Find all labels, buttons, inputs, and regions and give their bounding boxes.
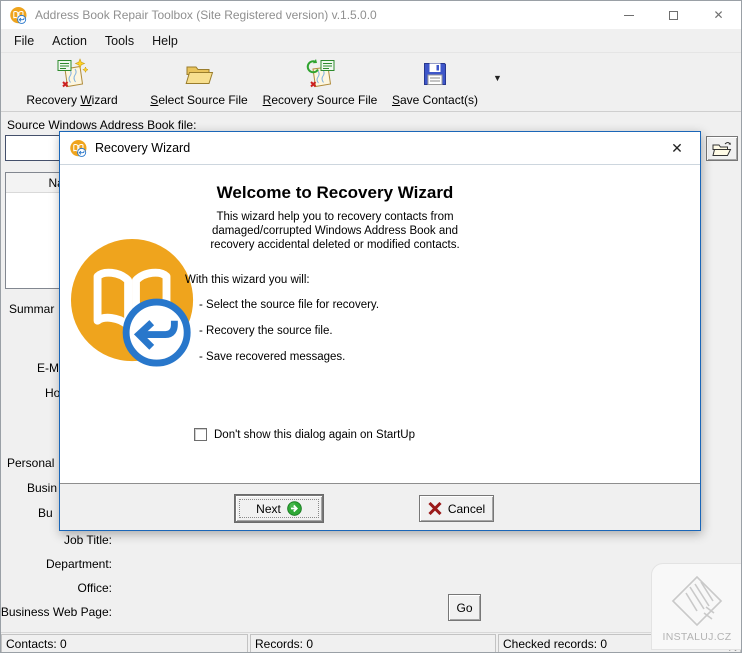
dont-show-checkbox-row: Don't show this dialog again on StartUp <box>194 428 415 441</box>
recovery-wizard-button[interactable]: Recovery Wizard <box>1 53 143 109</box>
save-contacts-label: Save Contact(s) <box>392 93 478 107</box>
instaluj-watermark-text: INSTALUJ.CZ <box>662 631 731 643</box>
dialog-will-label: With this wizard you will: <box>145 274 525 286</box>
window-title: Address Book Repair Toolbox (Site Regist… <box>35 8 377 22</box>
dialog-footer: Next Cancel <box>60 484 700 530</box>
next-button[interactable]: Next <box>235 495 323 522</box>
dialog-close-button[interactable]: ✕ <box>662 132 692 164</box>
instaluj-watermark: INSTALUJ.CZ <box>651 563 742 650</box>
cancel-button[interactable]: Cancel <box>419 495 494 522</box>
maximize-icon <box>669 11 678 20</box>
dialog-title-bar: Recovery Wizard ✕ <box>60 132 700 164</box>
dialog-app-icon <box>70 140 87 157</box>
menu-action[interactable]: Action <box>43 31 96 51</box>
go-button[interactable]: Go <box>448 594 481 621</box>
maximize-button[interactable] <box>651 1 696 29</box>
recovery-source-icon <box>304 58 336 90</box>
office-label: Office: <box>78 581 112 595</box>
dialog-heading: Welcome to Recovery Wizard <box>145 183 525 203</box>
app-icon <box>10 7 27 24</box>
menu-tools[interactable]: Tools <box>96 31 143 51</box>
select-source-file-label: Select Source File <box>150 93 247 107</box>
department-label: Department: <box>46 557 112 571</box>
recovery-wizard-dialog: Recovery Wizard ✕ Welcome to Recovery Wi… <box>59 131 701 531</box>
menu-file[interactable]: File <box>5 31 43 51</box>
dialog-close-icon: ✕ <box>671 140 683 157</box>
status-bar: Contacts: 0 Records: 0 Checked records: … <box>1 632 741 653</box>
dialog-intro: This wizard help you to recovery contact… <box>145 210 525 252</box>
select-source-file-button[interactable]: Select Source File <box>143 53 255 109</box>
business-web-page-label: Business Web Page: <box>1 605 112 619</box>
browse-button[interactable] <box>706 136 738 161</box>
dont-show-checkbox[interactable] <box>194 428 207 441</box>
save-floppy-icon <box>419 58 451 90</box>
recovery-source-file-label: Recovery Source File <box>263 93 378 107</box>
bullet-save-recovered: - Save recovered messages. <box>199 351 525 364</box>
recovery-wizard-icon <box>56 58 88 90</box>
app-window: Address Book Repair Toolbox (Site Regist… <box>0 0 742 653</box>
status-records: Records: 0 <box>250 634 496 653</box>
bullet-recovery-source: - Recovery the source file. <box>199 325 525 338</box>
dialog-content: Welcome to Recovery Wizard This wizard h… <box>60 164 700 484</box>
dialog-bullet-list: - Select the source file for recovery. -… <box>145 299 525 364</box>
browse-open-folder-icon <box>712 141 732 157</box>
toolbar-dropdown-arrow-icon[interactable]: ▼ <box>493 73 502 83</box>
dont-show-checkbox-label: Don't show this dialog again on StartUp <box>214 429 415 441</box>
status-contacts: Contacts: 0 <box>1 634 248 653</box>
recovery-wizard-label: Recovery Wizard <box>26 93 117 107</box>
close-button[interactable]: ✕ <box>696 1 741 29</box>
focus-rect <box>239 499 319 518</box>
title-bar: Address Book Repair Toolbox (Site Regist… <box>1 1 741 29</box>
business-label-fragment: Busin <box>27 481 57 495</box>
toolbar: Recovery Wizard Select Source File <box>1 52 741 112</box>
instaluj-logo-icon <box>668 573 726 629</box>
status-checked-records-text: Checked records: 0 <box>503 637 607 651</box>
close-icon: ✕ <box>713 8 723 22</box>
source-file-label: Source Windows Address Book file: <box>7 118 196 132</box>
minimize-button[interactable] <box>606 1 651 29</box>
recovery-source-file-button[interactable]: Recovery Source File <box>255 53 385 109</box>
job-title-label: Job Title: <box>64 533 112 547</box>
cancel-x-icon <box>428 502 442 515</box>
personal-label-fragment: Personal <box>7 456 54 470</box>
minimize-icon <box>624 15 634 16</box>
bullet-select-source: - Select the source file for recovery. <box>199 299 525 312</box>
menu-help[interactable]: Help <box>143 31 187 51</box>
save-contacts-button[interactable]: Save Contact(s) <box>385 53 485 109</box>
cancel-button-label: Cancel <box>448 502 485 516</box>
open-folder-icon <box>183 58 215 90</box>
summary-label-fragment: Summar <box>9 302 54 316</box>
menu-bar: File Action Tools Help <box>1 29 741 52</box>
dialog-title: Recovery Wizard <box>95 141 190 155</box>
bus-label-fragment: Bu <box>38 506 53 520</box>
